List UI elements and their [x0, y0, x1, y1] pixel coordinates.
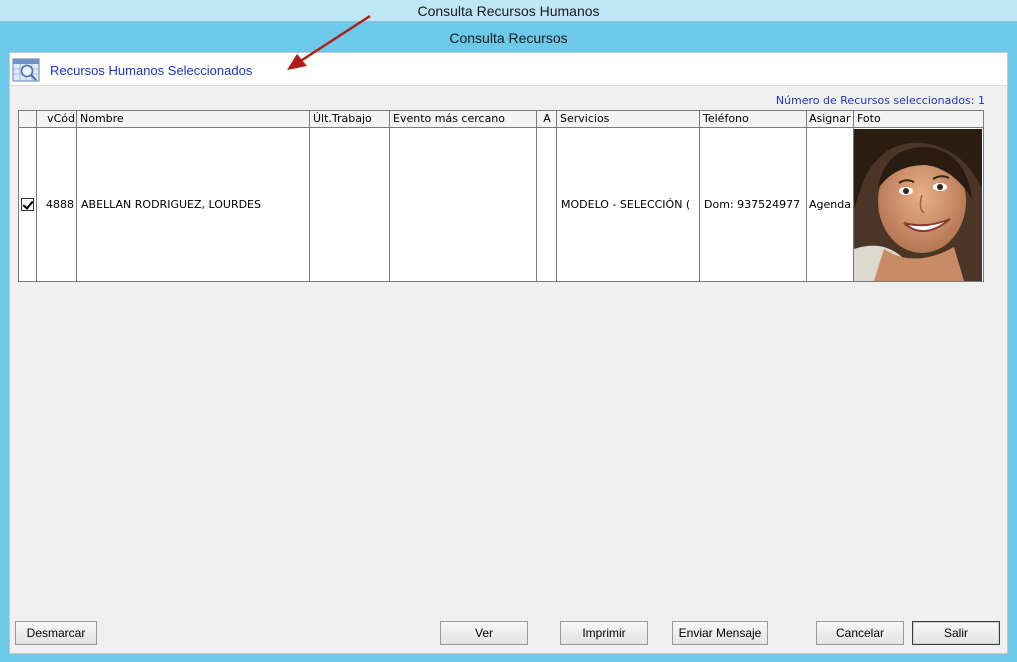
cancel-button[interactable]: Cancelar [816, 621, 904, 645]
send-message-button[interactable]: Enviar Mensaje [672, 621, 768, 645]
row-phone: Dom: 937524977 [704, 198, 801, 211]
row-select-checkbox[interactable] [21, 198, 34, 211]
search-calendar-icon [12, 58, 40, 82]
inner-window-title: Consulta Recursos [449, 30, 568, 46]
resources-table: vCód Nombre Últ.Trabajo Evento más cerca… [18, 110, 984, 282]
row-code: 4888 [46, 198, 74, 211]
selected-count-label: Número de Recursos seleccionados: 1 [775, 94, 985, 107]
table-row[interactable] [19, 128, 37, 281]
header-band: Recursos Humanos Seleccionados [10, 53, 1007, 86]
row-assign[interactable]: Agenda [807, 128, 854, 281]
column-header-assign[interactable]: Asignar [807, 111, 854, 128]
column-header-a[interactable]: A [537, 111, 557, 128]
row-name: ABELLAN RODRIGUEZ, LOURDES [81, 198, 261, 211]
row-nearest-event [390, 128, 537, 281]
column-header-name[interactable]: Nombre [77, 111, 310, 128]
column-header-photo[interactable]: Foto [854, 111, 983, 128]
row-last-job [310, 128, 390, 281]
column-header-code[interactable]: vCód [37, 111, 77, 128]
portrait-photo [854, 129, 982, 281]
section-title: Recursos Humanos Seleccionados [50, 63, 253, 78]
row-a [537, 128, 557, 281]
column-header-services[interactable]: Servicios [557, 111, 700, 128]
row-services: MODELO - SELECCIÓN ( [561, 198, 691, 211]
exit-button[interactable]: Salir [912, 621, 1000, 645]
column-header-phone[interactable]: Teléfono [700, 111, 807, 128]
view-button[interactable]: Ver [440, 621, 528, 645]
unmark-button[interactable]: Desmarcar [15, 621, 97, 645]
column-header-last-job[interactable]: Últ.Trabajo [310, 111, 390, 128]
annotation-arrow-icon [287, 14, 371, 70]
outer-window-title: Consulta Recursos Humanos [0, 0, 1017, 22]
main-panel: Recursos Humanos Seleccionados Número de… [9, 52, 1008, 654]
print-button[interactable]: Imprimir [560, 621, 648, 645]
column-header-nearest-event[interactable]: Evento más cercano [390, 111, 537, 128]
